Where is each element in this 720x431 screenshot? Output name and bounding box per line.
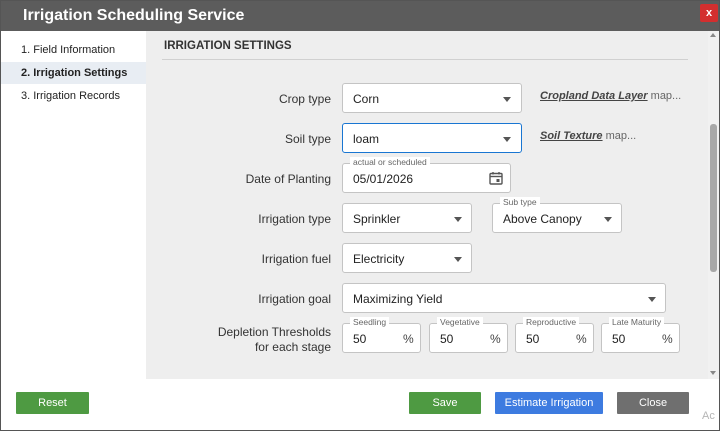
section-title: IRRIGATION SETTINGS xyxy=(164,40,292,52)
reproductive-label: Reproductive xyxy=(523,317,580,327)
scroll-thumb[interactable] xyxy=(710,124,717,272)
seedling-label: Seedling xyxy=(350,317,390,327)
depletion-seedling-input[interactable]: Seedling 50 % xyxy=(342,317,421,353)
title-bar: Irrigation Scheduling Service x xyxy=(1,1,719,31)
percent-unit: % xyxy=(576,332,587,346)
percent-unit: % xyxy=(662,332,673,346)
vegetative-value: 50 xyxy=(440,332,454,346)
soil-texture-link[interactable]: Soil Texture map... xyxy=(540,130,636,142)
chevron-down-icon xyxy=(503,137,511,142)
calendar-icon[interactable] xyxy=(489,171,503,185)
crop-type-value: Corn xyxy=(353,92,380,106)
depletion-late-maturity-input[interactable]: Late Maturity 50 % xyxy=(601,317,680,353)
crop-type-label: Crop type xyxy=(278,92,331,106)
nav-item-irrigation-settings[interactable]: 2. Irrigation Settings xyxy=(1,62,146,84)
chevron-down-icon xyxy=(454,217,462,222)
depletion-label-line1: Depletion Thresholds xyxy=(217,325,331,339)
irrigation-subtype-select[interactable]: Sub type Above Canopy xyxy=(492,197,622,233)
soil-type-value: loam xyxy=(353,132,380,146)
depletion-thresholds-label: Depletion Thresholds for each stage xyxy=(146,325,331,355)
soil-texture-link-suffix: map... xyxy=(605,130,637,142)
close-window-button[interactable]: x xyxy=(700,4,718,22)
vegetative-label: Vegetative xyxy=(437,317,483,327)
close-icon: x xyxy=(705,7,713,19)
chevron-down-icon xyxy=(604,217,612,222)
nav-item-field-information[interactable]: 1. Field Information xyxy=(1,39,146,61)
dialog-footer: Reset Save Estimate Irrigation Close xyxy=(1,379,719,430)
cropland-link-suffix: map... xyxy=(650,90,682,102)
irrigation-type-select[interactable]: Sprinkler xyxy=(342,203,472,233)
close-button[interactable]: Close xyxy=(617,392,689,414)
late-maturity-label: Late Maturity xyxy=(609,317,665,327)
irrigation-goal-value: Maximizing Yield xyxy=(353,292,443,306)
cropland-data-layer-link[interactable]: Cropland Data Layer map... xyxy=(540,90,681,102)
planting-date-hint: actual or scheduled xyxy=(350,157,430,167)
cropland-link-text: Cropland Data Layer xyxy=(540,90,648,102)
irrigation-fuel-label: Irrigation fuel xyxy=(261,252,331,266)
depletion-reproductive-input[interactable]: Reproductive 50 % xyxy=(515,317,594,353)
depletion-label-line2: for each stage xyxy=(254,340,331,354)
scroll-down-icon[interactable] xyxy=(710,371,716,375)
depletion-vegetative-input[interactable]: Vegetative 50 % xyxy=(429,317,508,353)
reset-button[interactable]: Reset xyxy=(16,392,89,414)
irrigation-dialog: Irrigation Scheduling Service x 1. Field… xyxy=(0,0,720,431)
activation-watermark: Ac xyxy=(702,410,715,422)
subtype-label: Sub type xyxy=(500,197,540,207)
seedling-value: 50 xyxy=(353,332,367,346)
planting-date-input[interactable]: actual or scheduled 05/01/2026 xyxy=(342,157,511,193)
scroll-up-icon[interactable] xyxy=(710,33,716,37)
reproductive-value: 50 xyxy=(526,332,540,346)
soil-type-select[interactable]: loam xyxy=(342,123,522,153)
irrigation-subtype-value: Above Canopy xyxy=(503,212,582,226)
save-button[interactable]: Save xyxy=(409,392,481,414)
chevron-down-icon xyxy=(503,97,511,102)
irrigation-type-label: Irrigation type xyxy=(258,212,331,226)
window-title: Irrigation Scheduling Service xyxy=(23,7,245,24)
settings-panel: IRRIGATION SETTINGS Crop type Corn Cropl… xyxy=(146,31,708,379)
irrigation-goal-label: Irrigation goal xyxy=(258,292,331,306)
soil-texture-link-text: Soil Texture xyxy=(540,130,603,142)
irrigation-fuel-value: Electricity xyxy=(353,252,405,266)
vertical-scrollbar[interactable] xyxy=(708,31,719,379)
section-divider xyxy=(162,59,688,60)
irrigation-type-value: Sprinkler xyxy=(353,212,401,226)
irrigation-fuel-select[interactable]: Electricity xyxy=(342,243,472,273)
soil-type-label: Soil type xyxy=(284,132,331,146)
steps-nav: 1. Field Information 2. Irrigation Setti… xyxy=(1,31,146,379)
crop-type-select[interactable]: Corn xyxy=(342,83,522,113)
percent-unit: % xyxy=(490,332,501,346)
late-maturity-value: 50 xyxy=(612,332,626,346)
planting-date-label: Date of Planting xyxy=(245,172,331,186)
percent-unit: % xyxy=(403,332,414,346)
chevron-down-icon xyxy=(454,257,462,262)
estimate-irrigation-button[interactable]: Estimate Irrigation xyxy=(495,392,603,414)
irrigation-goal-select[interactable]: Maximizing Yield xyxy=(342,283,666,313)
planting-date-value: 05/01/2026 xyxy=(353,172,414,186)
nav-item-irrigation-records[interactable]: 3. Irrigation Records xyxy=(1,85,146,107)
chevron-down-icon xyxy=(648,297,656,302)
